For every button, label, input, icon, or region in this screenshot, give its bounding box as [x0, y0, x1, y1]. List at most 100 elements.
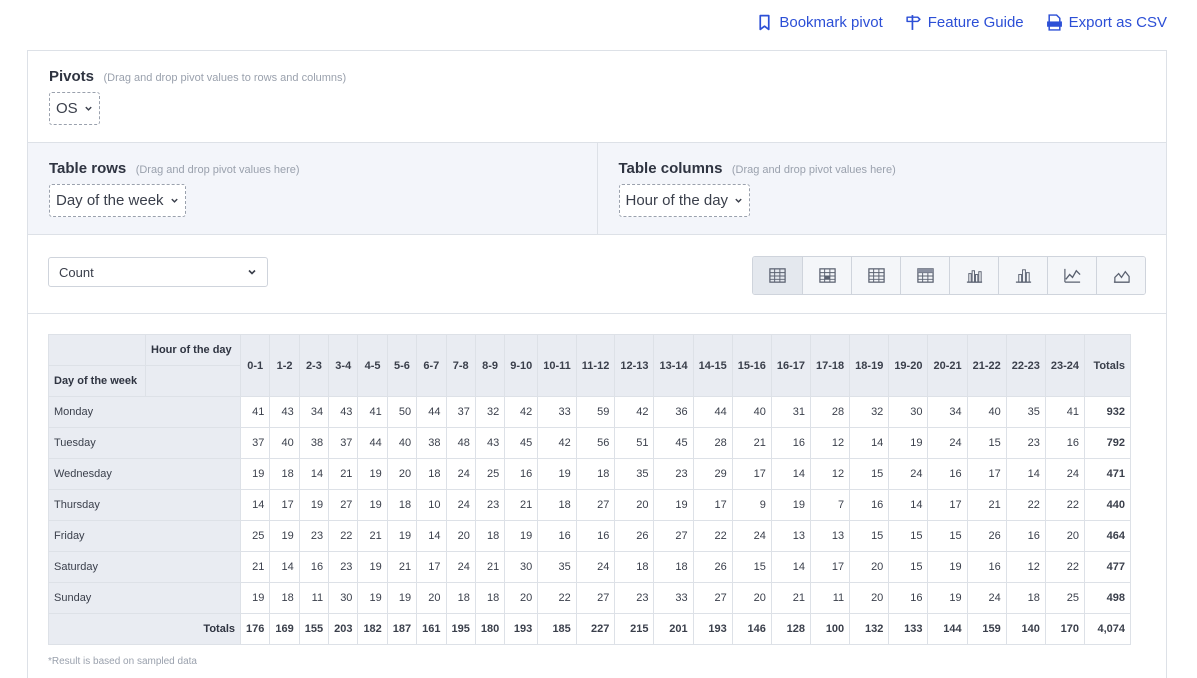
table-cell: 16 [888, 582, 929, 614]
column-total-cell: 193 [692, 613, 733, 645]
column-header[interactable]: 9-10 [504, 334, 539, 397]
table-cell: 24 [575, 551, 616, 583]
table-columns-dropzone[interactable]: Table columns (Drag and drop pivot value… [596, 143, 1167, 234]
view-heatmap-table-button[interactable] [802, 257, 851, 294]
chevron-down-icon [84, 106, 92, 111]
feature-guide-link[interactable]: Feature Guide [905, 14, 1024, 31]
row-total-cell: 932 [1084, 396, 1132, 428]
column-header[interactable]: 15-16 [731, 334, 772, 397]
table-cell: 32 [474, 396, 506, 428]
view-row-heatmap-button[interactable] [900, 257, 949, 294]
table-cell: 27 [575, 489, 616, 521]
table-cell: 19 [653, 489, 694, 521]
column-total-cell: 201 [653, 613, 694, 645]
export-csv-label: Export as CSV [1068, 14, 1167, 31]
table-cell: 14 [770, 551, 812, 583]
view-bar-button[interactable] [998, 257, 1047, 294]
column-total-cell: 132 [849, 613, 890, 645]
totals-row: Totals 176 169 155 203 182 187 161 195 180 193 185 2… [48, 613, 1132, 645]
column-header[interactable]: 7-8 [445, 334, 476, 397]
table-cell: 23 [614, 582, 655, 614]
column-total-cell: 185 [537, 613, 577, 645]
bookmark-pivot-link[interactable]: Bookmark pivot [756, 14, 883, 31]
table-row: Tuesday 37 40 38 37 44 40 38 48 43 45 42 56 51 45 28 21 1… [48, 427, 1132, 459]
metric-select[interactable]: Count [48, 257, 268, 287]
table-cell: 19 [357, 489, 388, 521]
view-table-button[interactable] [753, 257, 802, 294]
column-total-cell: 187 [386, 613, 418, 645]
column-header[interactable]: 11-12 [575, 334, 616, 397]
table-cell: 14 [888, 489, 929, 521]
table-cell: 19 [504, 520, 539, 552]
line-chart-icon [1063, 268, 1081, 283]
view-area-button[interactable] [1096, 257, 1145, 294]
column-total-cell: 146 [731, 613, 772, 645]
table-row: Wednesday 19 18 14 21 19 20 18 24 25 16 19 18 35 23 29 1… [48, 458, 1132, 490]
row-total-cell: 792 [1084, 427, 1132, 459]
column-header[interactable]: 16-17 [770, 334, 812, 397]
table-cell: 21 [731, 427, 772, 459]
column-header[interactable]: 3-4 [328, 334, 359, 397]
table-cell: 32 [849, 396, 890, 428]
table-rows-dropzone[interactable]: Table rows (Drag and drop pivot values h… [28, 143, 597, 234]
view-line-button[interactable] [1047, 257, 1096, 294]
column-header[interactable]: 12-13 [614, 334, 655, 397]
row-total-cell: 477 [1084, 551, 1132, 583]
column-header[interactable]: 21-22 [966, 334, 1007, 397]
view-col-heatmap-button[interactable] [851, 257, 900, 294]
table-cell: 16 [927, 458, 968, 490]
row-chip-day-of-week[interactable]: Day of the week [49, 184, 186, 217]
row-total-cell: 498 [1084, 582, 1132, 614]
column-header[interactable]: 13-14 [653, 334, 694, 397]
column-header[interactable]: 23-24 [1044, 334, 1086, 397]
table-cell: 26 [614, 520, 655, 552]
column-chip-label: Hour of the day [625, 192, 729, 209]
table-cell: 11 [810, 582, 851, 614]
table-row: Thursday 14 17 19 27 19 18 10 24 23 21 18 27 20 19 17 9 1… [48, 489, 1132, 521]
table-cell: 21 [770, 582, 812, 614]
column-total-cell: 182 [357, 613, 388, 645]
table-cell: 20 [416, 582, 447, 614]
view-grouped-bar-button[interactable] [949, 257, 998, 294]
row-chip-label: Day of the week [56, 192, 164, 209]
table-cell: 21 [357, 520, 388, 552]
table-cell: 59 [575, 396, 616, 428]
table-cell: 18 [614, 551, 655, 583]
table-cell: 25 [1044, 582, 1086, 614]
table-cell: 10 [416, 489, 447, 521]
column-header[interactable]: 18-19 [849, 334, 890, 397]
column-header[interactable]: 0-1 [239, 334, 271, 397]
column-header[interactable]: 17-18 [810, 334, 851, 397]
table-cell: 22 [537, 582, 577, 614]
column-header[interactable]: 10-11 [537, 334, 577, 397]
column-header[interactable]: 22-23 [1005, 334, 1046, 397]
table-cell: 48 [445, 427, 476, 459]
table-cell: 19 [386, 582, 418, 614]
column-header[interactable]: 19-20 [888, 334, 929, 397]
table-cell: 15 [849, 458, 890, 490]
column-total-cell: 193 [504, 613, 539, 645]
rows-columns-section: Table rows (Drag and drop pivot values h… [28, 143, 1166, 235]
column-header[interactable]: 1-2 [269, 334, 300, 397]
csv-file-icon [1046, 14, 1062, 31]
feature-guide-label: Feature Guide [927, 14, 1024, 31]
column-header[interactable]: 2-3 [298, 334, 330, 397]
table-cell: 43 [328, 396, 359, 428]
table-cell: 37 [445, 396, 476, 428]
column-chip-hour-of-day[interactable]: Hour of the day [618, 184, 751, 217]
table-cell: 12 [810, 458, 851, 490]
table-cell: 13 [770, 520, 812, 552]
row-label: Saturday [48, 551, 241, 583]
table-cell: 21 [328, 458, 359, 490]
column-header[interactable]: 6-7 [416, 334, 447, 397]
table-cell: 51 [614, 427, 655, 459]
table-cell: 19 [357, 458, 388, 490]
pivot-chip-os[interactable]: OS [49, 92, 100, 125]
table-cell: 40 [269, 427, 300, 459]
column-header[interactable]: 5-6 [386, 334, 418, 397]
column-header[interactable]: 14-15 [692, 334, 733, 397]
column-header[interactable]: 4-5 [357, 334, 388, 397]
export-csv-link[interactable]: Export as CSV [1046, 14, 1167, 31]
column-header[interactable]: 8-9 [474, 334, 506, 397]
column-header[interactable]: 20-21 [927, 334, 968, 397]
